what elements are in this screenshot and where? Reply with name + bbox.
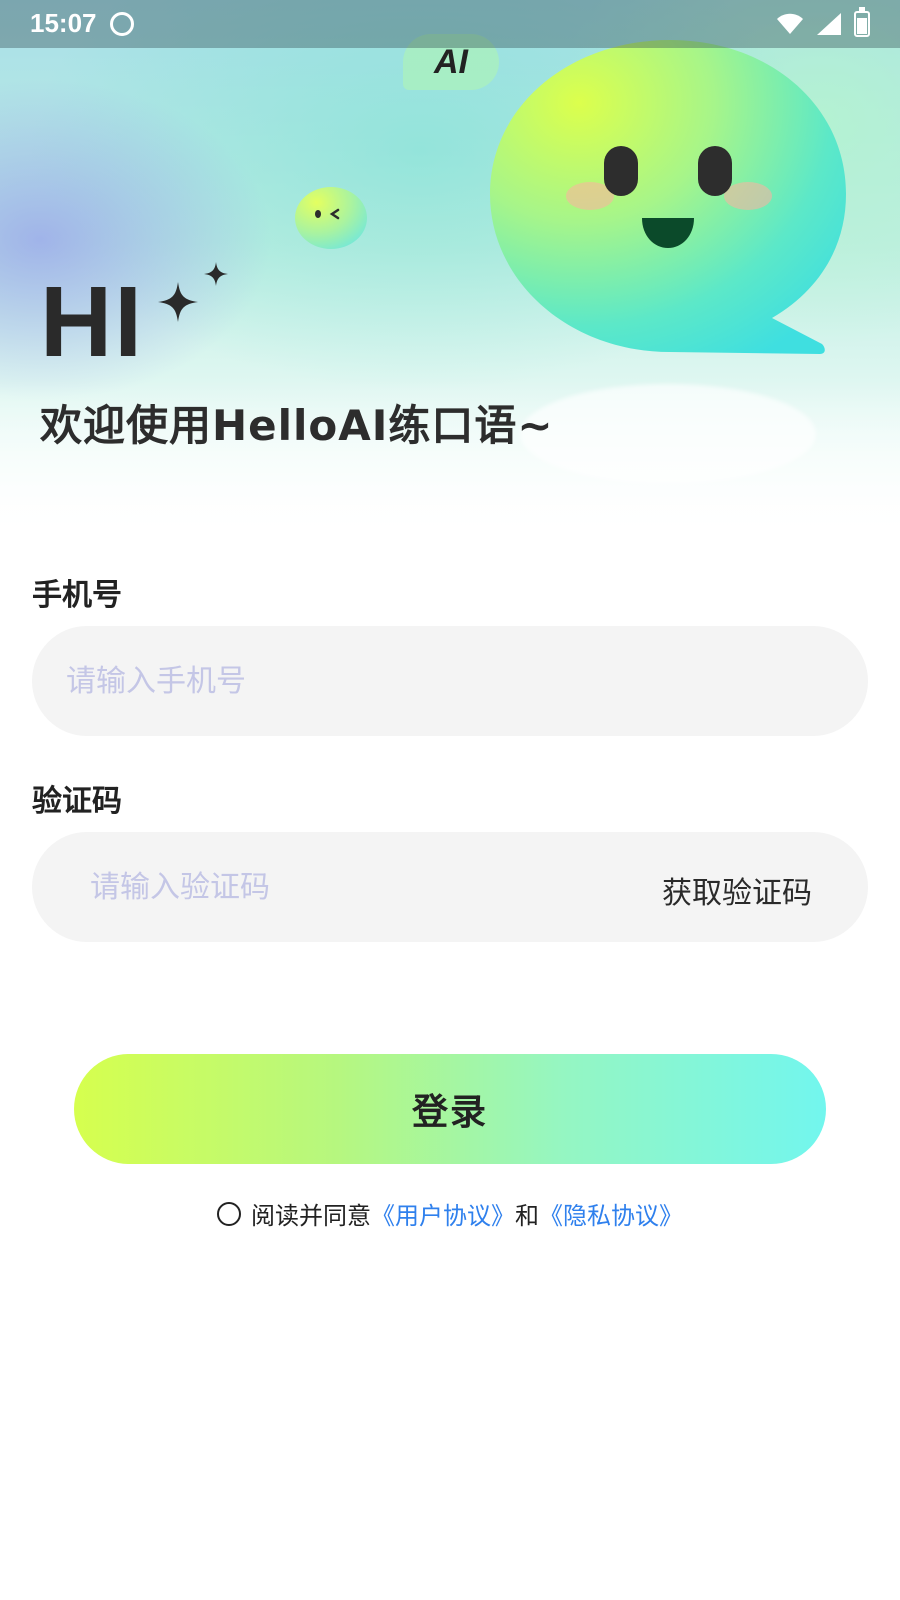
mascot-shadow	[520, 384, 816, 484]
login-button-label: 登录	[411, 1092, 488, 1133]
privacy-agreement-link[interactable]: 《隐私协议》	[539, 1196, 683, 1231]
phone-input[interactable]	[66, 626, 826, 736]
signal-icon	[817, 13, 841, 35]
code-input-container: 获取验证码	[32, 832, 868, 942]
small-bubble-mascot-icon	[295, 187, 367, 249]
agreement-prefix: 阅读并同意	[251, 1202, 371, 1230]
user-agreement-link[interactable]: 《用户协议》	[371, 1196, 515, 1231]
agreement-row: 阅读并同意 《用户协议》 和 《隐私协议》	[0, 1196, 900, 1231]
greeting-heading: HI	[40, 266, 144, 378]
battery-icon	[854, 7, 870, 37]
agreement-checkbox[interactable]	[217, 1201, 241, 1226]
welcome-title: 欢迎使用HelloAI练口语~	[40, 401, 554, 450]
verification-code-label: 验证码	[32, 784, 122, 819]
status-time: 15:07	[30, 8, 97, 38]
status-bar: 15:07	[0, 0, 900, 48]
get-code-button[interactable]: 获取验证码	[662, 868, 812, 912]
login-button[interactable]: 登录	[74, 1054, 826, 1164]
phone-input-container	[32, 626, 868, 736]
hero-banner: AI HI 欢迎使用HelloAI练口语~	[0, 0, 900, 540]
app-notification-icon	[110, 12, 134, 36]
sparkle-icon	[158, 262, 228, 322]
chat-bubble-mascot-icon	[490, 40, 846, 354]
wifi-icon	[777, 13, 803, 34]
agreement-conjunction: 和	[515, 1202, 539, 1230]
ai-badge-text: AI	[434, 42, 468, 81]
verification-code-input[interactable]	[90, 832, 610, 942]
phone-label: 手机号	[32, 578, 122, 613]
status-indicators	[776, 7, 870, 38]
